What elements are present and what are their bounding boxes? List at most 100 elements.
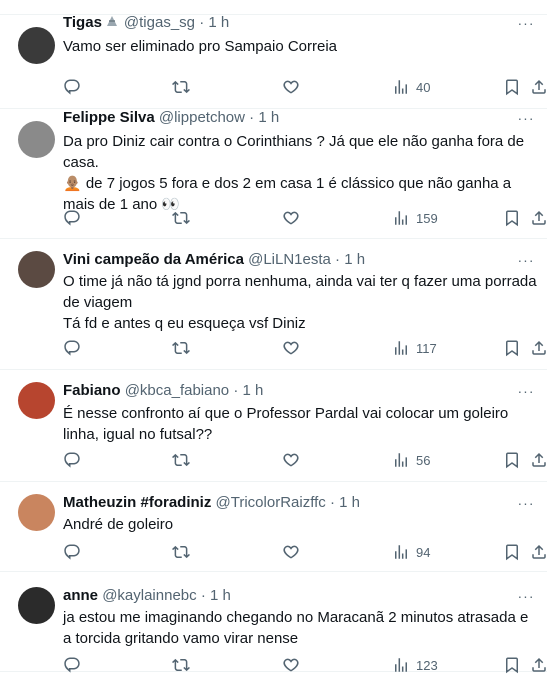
profile-badge-icon: [104, 13, 120, 35]
reply-icon: [64, 544, 80, 560]
retweet-button[interactable]: [172, 337, 190, 359]
user-handle[interactable]: @kaylainnebc: [102, 587, 196, 604]
share-button[interactable]: [530, 541, 547, 563]
like-button[interactable]: [282, 337, 300, 359]
retweet-icon: [172, 211, 190, 225]
share-icon: [532, 210, 546, 225]
timestamp[interactable]: 1 h: [208, 14, 229, 31]
reply-button[interactable]: [63, 449, 81, 471]
share-icon: [532, 452, 546, 467]
share-icon: [532, 79, 546, 94]
reply-button[interactable]: [63, 207, 81, 229]
more-options-icon[interactable]: ···: [517, 250, 535, 270]
retweet-button[interactable]: [172, 449, 190, 471]
views-button[interactable]: 40: [392, 76, 430, 98]
retweet-icon: [172, 80, 190, 94]
tweet[interactable]: Matheuzin #foradiniz @TricolorRaizffc · …: [0, 482, 547, 572]
retweet-button[interactable]: [172, 76, 190, 98]
share-icon: [532, 340, 546, 355]
separator-dot: ·: [199, 14, 205, 31]
display-name[interactable]: Matheuzin #foradiniz: [63, 494, 211, 511]
timestamp[interactable]: 1 h: [339, 494, 360, 511]
display-name[interactable]: anne: [63, 587, 98, 604]
reply-button[interactable]: [63, 541, 81, 563]
retweet-icon: [172, 341, 190, 355]
timestamp[interactable]: 1 h: [344, 251, 365, 268]
bookmark-button[interactable]: [503, 337, 521, 359]
bookmark-button[interactable]: [503, 207, 521, 229]
like-button[interactable]: [282, 76, 300, 98]
reply-button[interactable]: [63, 654, 81, 676]
tweet-actions: 40: [63, 76, 546, 98]
bookmark-button[interactable]: [503, 76, 521, 98]
share-icon: [532, 657, 546, 672]
user-handle[interactable]: @tigas_sg: [124, 14, 195, 31]
share-button[interactable]: [530, 207, 547, 229]
user-handle[interactable]: @LiLN1esta: [248, 251, 331, 268]
avatar[interactable]: [18, 494, 55, 531]
bookmark-icon: [506, 544, 518, 561]
separator-dot: ·: [249, 109, 255, 126]
reply-button[interactable]: [63, 76, 81, 98]
user-handle[interactable]: @kbca_fabiano: [125, 382, 229, 399]
share-icon: [532, 544, 546, 559]
tweet[interactable]: anne @kaylainnebc · 1 h ··· ja estou me im…: [0, 572, 547, 674]
like-button[interactable]: [282, 207, 300, 229]
timestamp[interactable]: 1 h: [243, 382, 264, 399]
retweet-button[interactable]: [172, 654, 190, 676]
more-options-icon[interactable]: ···: [517, 586, 535, 606]
tweet-text: André de goleiro: [63, 516, 174, 533]
tweet[interactable]: Vini campeão da América @LiLN1esta · 1 h…: [0, 239, 547, 370]
tweet-header: Tigas @tigas_sg · 1 h: [63, 13, 229, 35]
views-button[interactable]: 94: [392, 541, 430, 563]
tweet-actions: 117: [63, 337, 546, 359]
avatar[interactable]: [18, 27, 55, 64]
tweet-actions: 159: [63, 207, 546, 229]
like-button[interactable]: [282, 654, 300, 676]
more-options-icon[interactable]: ···: [517, 493, 535, 513]
retweet-button[interactable]: [172, 541, 190, 563]
retweet-icon: [172, 658, 190, 672]
share-button[interactable]: [530, 449, 547, 471]
timestamp[interactable]: 1 h: [258, 109, 279, 126]
like-button[interactable]: [282, 541, 300, 563]
avatar[interactable]: [18, 251, 55, 288]
avatar[interactable]: [18, 587, 55, 624]
user-handle[interactable]: @lippetchow: [159, 109, 245, 126]
avatar[interactable]: [18, 382, 55, 419]
tweet[interactable]: Tigas @tigas_sg · 1 h ··· Vamo ser eliminad…: [0, 14, 547, 109]
views-button[interactable]: 123: [392, 654, 438, 676]
reply-button[interactable]: [63, 337, 81, 359]
bookmark-icon: [506, 210, 518, 227]
view-count: 123: [416, 657, 438, 673]
share-button[interactable]: [530, 76, 547, 98]
display-name[interactable]: Fabiano: [63, 382, 121, 399]
views-button[interactable]: 159: [392, 207, 438, 229]
share-button[interactable]: [530, 337, 547, 359]
user-handle[interactable]: @TricolorRaizffc: [216, 494, 326, 511]
bookmark-button[interactable]: [503, 654, 521, 676]
display-name[interactable]: Felippe Silva: [63, 109, 155, 126]
tweet-text: O time já não tá jgnd porra nenhuma, ain…: [63, 273, 537, 332]
bookmark-icon: [506, 79, 518, 96]
tweet-text: Da pro Diniz cair contra o Corinthians ?…: [63, 133, 525, 213]
retweet-button[interactable]: [172, 207, 190, 229]
views-button[interactable]: 56: [392, 449, 430, 471]
display-name[interactable]: Vini campeão da América: [63, 251, 244, 268]
views-icon: [395, 341, 407, 355]
avatar[interactable]: [18, 121, 55, 158]
share-button[interactable]: [530, 654, 547, 676]
timestamp[interactable]: 1 h: [210, 587, 231, 604]
more-options-icon[interactable]: ···: [517, 108, 535, 128]
more-options-icon[interactable]: ···: [517, 381, 535, 401]
views-button[interactable]: 117: [392, 337, 437, 359]
bookmark-button[interactable]: [503, 449, 521, 471]
tweet[interactable]: Fabiano @kbca_fabiano · 1 h ··· É nesse co…: [0, 370, 547, 482]
display-name[interactable]: Tigas: [63, 14, 102, 31]
separator-dot: ·: [233, 382, 239, 399]
more-options-icon[interactable]: ···: [517, 13, 535, 33]
bookmark-icon: [506, 452, 518, 469]
bookmark-button[interactable]: [503, 541, 521, 563]
like-button[interactable]: [282, 449, 300, 471]
tweet[interactable]: Felippe Silva @lippetchow · 1 h ··· Da pro…: [0, 109, 547, 239]
